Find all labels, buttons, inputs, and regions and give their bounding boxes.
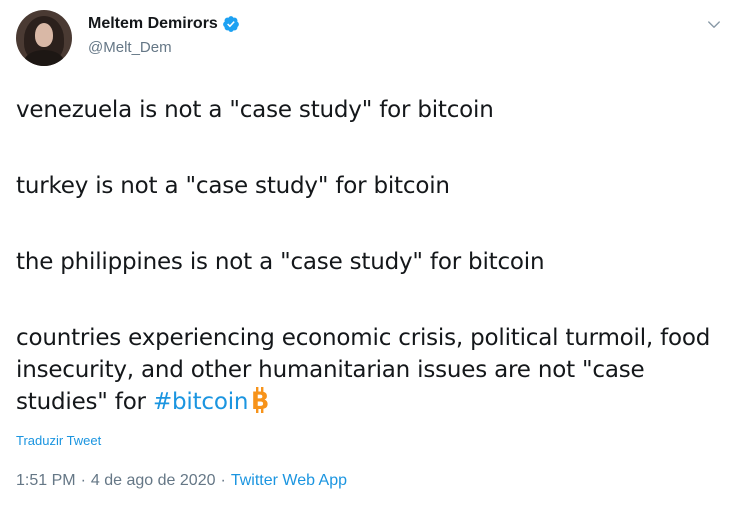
author-handle[interactable]: @Melt_Dem [88,39,172,56]
svg-text:B: B [251,387,269,413]
tweet-date[interactable]: 4 de ago de 2020 [91,472,216,490]
tweet-paragraph-text: countries experiencing economic crisis, … [16,325,711,415]
bitcoin-icon: B [251,387,270,413]
translate-tweet-link[interactable]: Traduzir Tweet [16,433,101,448]
verified-badge-icon [222,16,239,32]
hashtag-link[interactable]: #bitcoin [153,389,249,415]
tweet-paragraph: venezuela is not a "case study" for bitc… [16,97,494,123]
tweet-source-link[interactable]: Twitter Web App [231,472,347,490]
tweet-paragraph: countries experiencing economic crisis, … [16,322,736,418]
tweet-meta: 1:51 PM · 4 de ago de 2020 · Twitter Web… [16,472,347,490]
tweet-paragraph: the philippines is not a "case study" fo… [16,249,545,275]
chevron-down-icon[interactable] [705,16,723,34]
meta-separator: · [220,472,226,489]
author-name-row[interactable]: Meltem Demirors [88,15,240,33]
avatar[interactable] [16,10,72,66]
meta-separator: · [80,472,86,489]
tweet-paragraph: turkey is not a "case study" for bitcoin [16,173,450,199]
tweet-time[interactable]: 1:51 PM [16,472,76,490]
author-display-name[interactable]: Meltem Demirors [88,15,218,33]
tweet-card: Meltem Demirors @Melt_Dem venezuela is n… [0,0,743,512]
tweet-text: venezuela is not a "case study" for bitc… [16,94,736,418]
